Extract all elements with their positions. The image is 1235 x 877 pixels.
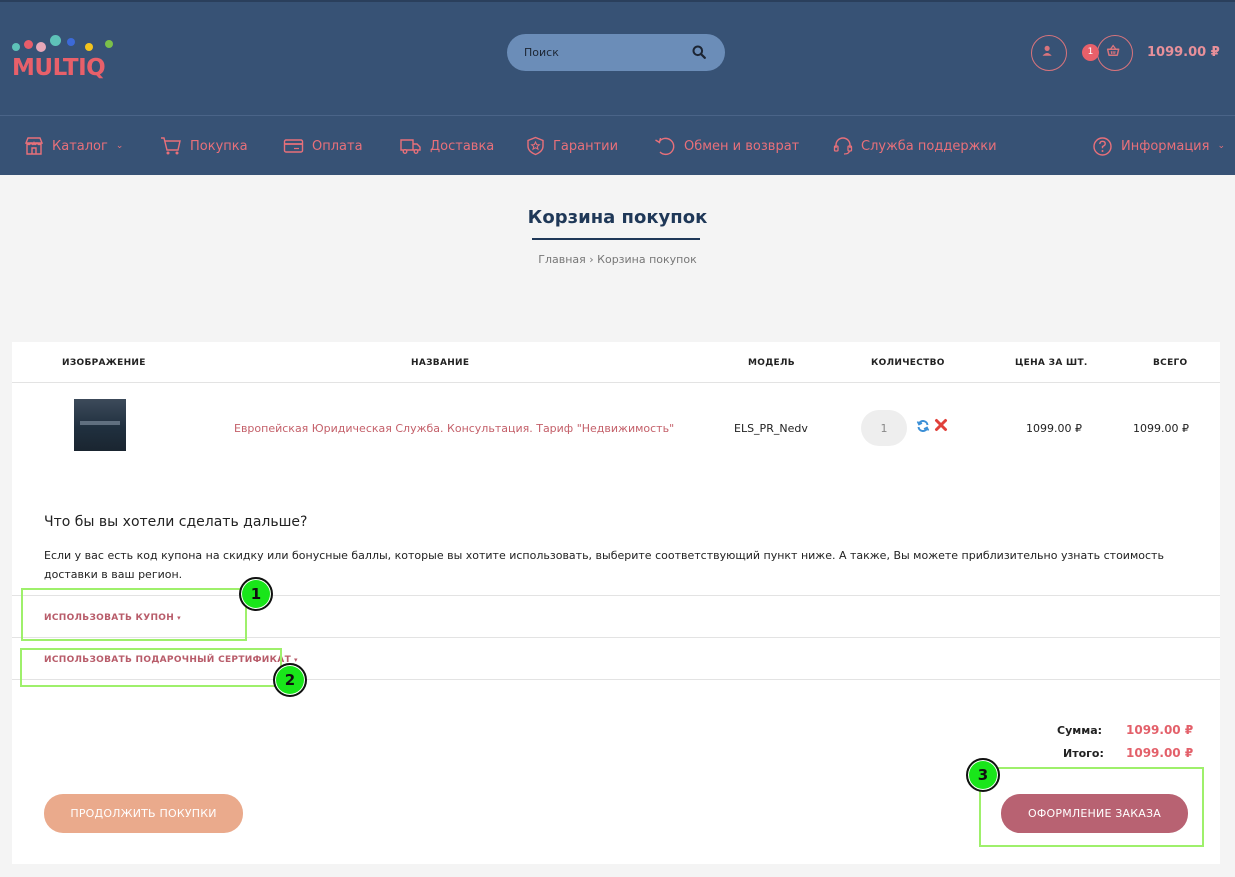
card-icon	[283, 139, 304, 153]
cart-icon	[161, 137, 181, 155]
column-header-image: ИЗОБРАЖЕНИЕ	[62, 358, 146, 368]
subtotal-value: 1099.00 ₽	[1126, 723, 1194, 737]
cart-total[interactable]: 1099.00 ₽	[1147, 45, 1220, 60]
chevron-down-icon[interactable]: ⌄	[1212, 45, 1220, 56]
logo-dot	[36, 42, 46, 52]
user-icon	[1042, 45, 1052, 56]
next-steps-title: Что бы вы хотели сделать дальше?	[44, 514, 308, 530]
logo-dot	[24, 40, 33, 49]
nav-item-payment[interactable]: Оплата	[283, 116, 363, 176]
account-button[interactable]	[1031, 35, 1067, 71]
main-nav: Каталог ⌄ Покупка Оплата Доставка Гарант…	[0, 115, 1235, 175]
search-input[interactable]	[507, 34, 687, 71]
undo-icon	[655, 137, 675, 156]
continue-shopping-button[interactable]: ПРОДОЛЖИТЬ ПОКУПКИ	[44, 794, 243, 833]
chevron-down-icon: ⌄	[1217, 141, 1225, 151]
truck-icon	[400, 139, 421, 154]
nav-item-delivery[interactable]: Доставка	[400, 116, 494, 176]
annotation-marker-1: 1	[239, 577, 273, 611]
line-total: 1099.00 ₽	[1133, 422, 1189, 435]
page-title: Корзина покупок	[527, 207, 708, 228]
search-bar	[507, 34, 725, 71]
column-header-total: ВСЕГО	[1153, 358, 1188, 368]
site-logo[interactable]: MULTIQ	[11, 35, 121, 85]
nav-label: Служба поддержки	[861, 138, 997, 154]
highlight-box-checkout	[979, 767, 1204, 847]
highlight-box-certificate	[20, 648, 282, 687]
column-header-model: МОДЕЛЬ	[748, 358, 795, 368]
nav-item-purchase[interactable]: Покупка	[160, 116, 248, 176]
annotation-marker-3: 3	[966, 758, 1000, 792]
cart-button[interactable]	[1097, 35, 1133, 71]
subtotal-label: Сумма:	[1057, 724, 1103, 737]
cart-count-badge: 1	[1082, 44, 1099, 61]
unit-price: 1099.00 ₽	[1026, 422, 1082, 435]
nav-label: Каталог	[52, 138, 108, 154]
nav-label: Информация	[1121, 138, 1210, 154]
nav-item-info[interactable]: Информация ⌄	[1092, 116, 1225, 176]
divider	[12, 382, 1220, 383]
help-icon	[1093, 136, 1112, 156]
title-underline	[532, 238, 700, 240]
nav-label: Доставка	[430, 138, 495, 154]
quantity-input[interactable]	[861, 410, 907, 446]
logo-wordmark: MULTIQ	[12, 55, 106, 81]
remove-icon[interactable]	[934, 418, 948, 432]
chevron-down-icon: ⌄	[115, 141, 124, 151]
breadcrumb-current: Корзина покупок	[597, 253, 697, 266]
nav-item-returns[interactable]: Обмен и возврат	[654, 116, 799, 176]
logo-dot	[50, 35, 61, 46]
column-header-unit-price: ЦЕНА ЗА ШТ.	[1015, 358, 1088, 368]
next-steps-text: Если у вас есть код купона на скидку или…	[44, 549, 1164, 581]
product-image-detail	[80, 421, 120, 425]
breadcrumb-home[interactable]: Главная	[538, 253, 586, 266]
product-image[interactable]	[74, 399, 126, 451]
logo-dot	[105, 40, 113, 48]
breadcrumb: Главная › Корзина покупок	[0, 253, 1235, 266]
nav-label: Оплата	[312, 138, 363, 154]
nav-item-catalog[interactable]: Каталог ⌄	[24, 116, 123, 176]
headset-icon	[833, 137, 853, 155]
grand-total-value: 1099.00 ₽	[1126, 746, 1194, 760]
store-icon	[24, 137, 44, 155]
shield-icon	[527, 136, 544, 156]
search-icon[interactable]	[692, 45, 706, 59]
logo-dot	[12, 43, 20, 51]
refresh-icon[interactable]	[916, 419, 930, 433]
product-name-link[interactable]: Европейская Юридическая Служба. Консульт…	[234, 422, 674, 435]
column-header-quantity: КОЛИЧЕСТВО	[871, 358, 945, 368]
breadcrumb-separator: ›	[589, 253, 594, 266]
annotation-marker-2: 2	[273, 663, 307, 697]
highlight-box-coupon	[21, 588, 247, 641]
column-header-name: НАЗВАНИЕ	[411, 358, 470, 368]
logo-dot	[85, 43, 93, 51]
nav-label: Обмен и возврат	[684, 138, 800, 154]
nav-label: Гарантии	[553, 138, 619, 154]
grand-total-label: Итого:	[1063, 747, 1104, 760]
nav-label: Покупка	[190, 138, 248, 154]
header: MULTIQ 1 1099.00 ₽ ⌄	[0, 0, 1235, 115]
logo-dot	[67, 38, 75, 46]
nav-item-support[interactable]: Служба поддержки	[833, 116, 997, 176]
product-model: ELS_PR_Nedv	[734, 422, 808, 435]
basket-icon	[1106, 44, 1120, 56]
nav-item-guarantees[interactable]: Гарантии	[526, 116, 618, 176]
